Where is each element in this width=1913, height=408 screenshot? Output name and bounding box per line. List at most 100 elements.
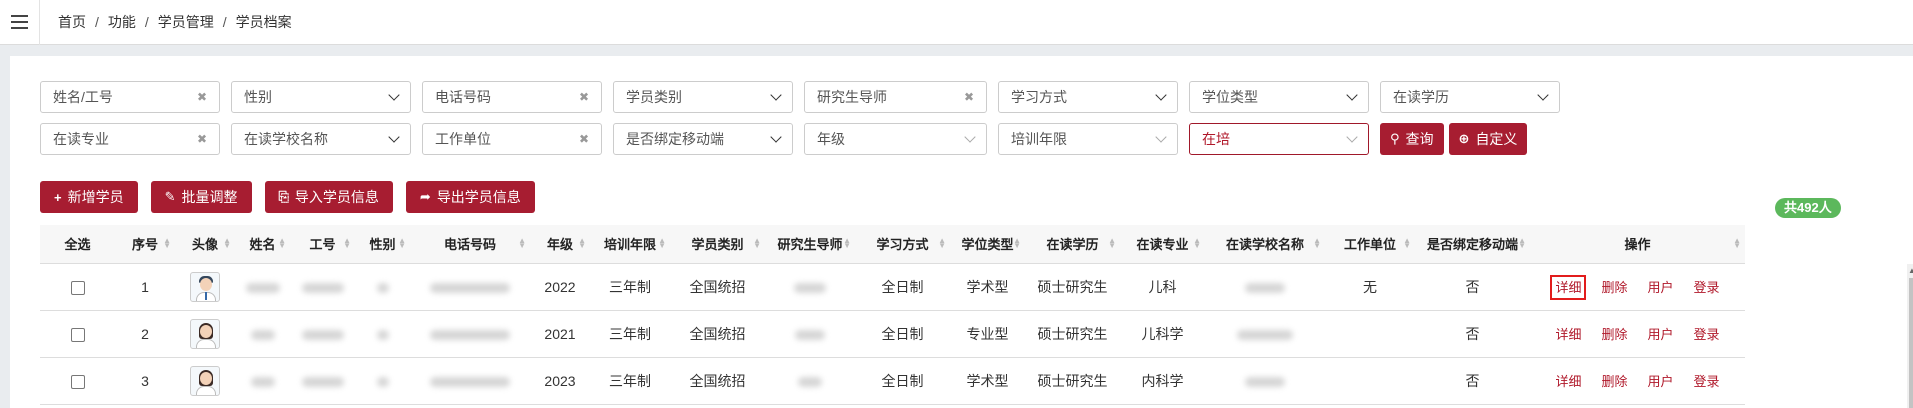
row-work-unit <box>1325 310 1415 358</box>
total-count-badge: 共492人 <box>1775 198 1841 218</box>
scroll-up-icon[interactable]: ▲ <box>1908 266 1913 275</box>
clear-icon[interactable]: ✖ <box>197 90 207 104</box>
header-gender[interactable]: 性别 ▲ ▼ <box>355 225 410 264</box>
batch-adjust-button[interactable]: ✎ 批量调整 <box>150 181 252 213</box>
header-degree-type[interactable]: 学位类型 ▲ ▼ <box>950 225 1025 264</box>
major-input[interactable]: 在读专业 ✖ <box>40 123 220 155</box>
avatar-female <box>190 365 220 396</box>
clear-icon[interactable]: ✖ <box>197 132 207 146</box>
header-supervisor[interactable]: 研究生导师 ▲ ▼ <box>765 225 855 264</box>
zoom-icon: ⊕ <box>1458 131 1470 146</box>
school-select[interactable]: 在读学校名称 <box>231 123 411 155</box>
row-grade: 2022 <box>530 263 590 311</box>
header-staff-id[interactable]: 工号 ▲ ▼ <box>290 225 355 264</box>
login-link[interactable]: 登录 <box>1694 280 1720 295</box>
degree-type-select[interactable]: 学位类型 <box>1189 81 1369 113</box>
name-or-id-input[interactable]: 姓名/工号 ✖ <box>40 81 220 113</box>
header-mobile-bound[interactable]: 是否绑定移动端 ▲ ▼ <box>1415 225 1530 264</box>
header-grade[interactable]: 年级 ▲ ▼ <box>530 225 590 264</box>
export-button[interactable]: ➦ 导出学员信息 <box>405 181 535 213</box>
row-seq: 1 <box>115 263 175 311</box>
row-seq: 2 <box>115 310 175 358</box>
table-row: 3 2023 三年制 全国统招 全日制 学术型 硕士研究生 内科学 否 详细 删除… <box>40 357 1745 405</box>
header-name[interactable]: 姓名 ▲ ▼ <box>235 225 290 264</box>
user-link[interactable]: 用户 <box>1648 327 1674 342</box>
detail-link[interactable]: 详细 <box>1555 327 1581 342</box>
breadcrumb-function[interactable]: 功能 <box>108 12 136 32</box>
header-study-mode[interactable]: 学习方式 ▲ ▼ <box>855 225 950 264</box>
supervisor-input[interactable]: 研究生导师 ✖ <box>804 81 987 113</box>
education-select[interactable]: 在读学历 <box>1380 81 1560 113</box>
row-training-years: 三年制 <box>590 357 670 405</box>
add-student-button[interactable]: + 新增学员 <box>40 181 138 213</box>
login-link[interactable]: 登录 <box>1694 327 1720 342</box>
detail-link[interactable]: 详细 <box>1550 275 1587 300</box>
sort-icon: ▲ ▼ <box>343 236 351 250</box>
custom-button[interactable]: ⊕ 自定义 <box>1448 123 1528 155</box>
row-seq: 3 <box>115 357 175 405</box>
mobile-bind-select[interactable]: 是否绑定移动端 <box>613 123 793 155</box>
blurred-supervisor <box>798 376 822 387</box>
delete-link[interactable]: 删除 <box>1601 280 1627 295</box>
blurred-name <box>250 376 275 387</box>
blurred-school <box>1245 282 1285 293</box>
row-training-years: 三年制 <box>590 310 670 358</box>
blurred-staff-id <box>301 282 344 293</box>
sort-icon: ▲ ▼ <box>1193 236 1201 250</box>
sort-icon: ▲ ▼ <box>223 236 231 250</box>
phone-input[interactable]: 电话号码 ✖ <box>422 81 602 113</box>
header-phone[interactable]: 电话号码 ▲ ▼ <box>410 225 530 264</box>
import-button[interactable]: ⎘ 导入学员信息 <box>264 181 393 213</box>
blurred-phone <box>430 376 510 387</box>
breadcrumb-student-mgmt[interactable]: 学员管理 <box>158 12 214 32</box>
row-work-unit: 无 <box>1325 263 1415 311</box>
delete-link[interactable]: 删除 <box>1601 327 1627 342</box>
row-operations: 详细 删除 用户 登录 <box>1530 310 1745 358</box>
row-checkbox[interactable] <box>70 280 85 295</box>
avatar-male <box>190 271 220 302</box>
header-training-years[interactable]: 培训年限 ▲ ▼ <box>590 225 670 264</box>
row-checkbox[interactable] <box>70 374 85 389</box>
clear-icon[interactable]: ✖ <box>964 90 974 104</box>
row-training-years: 三年制 <box>590 263 670 311</box>
header-seq[interactable]: 序号 ▲ ▼ <box>115 225 175 264</box>
hamburger-icon[interactable] <box>0 0 40 45</box>
header-work-unit[interactable]: 工作单位 ▲ ▼ <box>1325 225 1415 264</box>
query-button[interactable]: ⚲ 查询 <box>1380 123 1444 155</box>
header-education[interactable]: 在读学历 ▲ ▼ <box>1025 225 1120 264</box>
breadcrumb-home[interactable]: 首页 <box>58 12 86 32</box>
header-avatar[interactable]: 头像 ▲ ▼ <box>175 225 235 264</box>
header-major[interactable]: 在读专业 ▲ ▼ <box>1120 225 1205 264</box>
detail-link[interactable]: 详细 <box>1555 374 1581 389</box>
row-major: 内科学 <box>1120 357 1205 405</box>
row-student-type: 全国统招 <box>670 263 765 311</box>
blurred-gender <box>376 282 389 293</box>
user-link[interactable]: 用户 <box>1648 374 1674 389</box>
login-link[interactable]: 登录 <box>1694 374 1720 389</box>
sort-icon: ▲ ▼ <box>658 236 666 250</box>
header-school[interactable]: 在读学校名称 ▲ ▼ <box>1205 225 1325 264</box>
student-type-select[interactable]: 学员类别 <box>613 81 793 113</box>
sort-icon: ▲ ▼ <box>1403 236 1411 250</box>
sort-icon: ▲ ▼ <box>398 236 406 250</box>
blurred-school <box>1237 329 1293 340</box>
row-degree-type: 学术型 <box>950 263 1025 311</box>
status-select[interactable]: 在培 <box>1189 123 1369 155</box>
study-mode-select[interactable]: 学习方式 <box>998 81 1178 113</box>
header-select-all[interactable]: 全选 <box>40 225 115 264</box>
grade-select[interactable]: 年级 <box>804 123 987 155</box>
delete-link[interactable]: 删除 <box>1601 374 1627 389</box>
scrollbar-thumb[interactable] <box>1909 278 1913 408</box>
share-icon: ➦ <box>419 189 431 204</box>
work-unit-input[interactable]: 工作单位 ✖ <box>422 123 602 155</box>
training-years-select[interactable]: 培训年限 <box>998 123 1178 155</box>
row-checkbox[interactable] <box>70 327 85 342</box>
gender-select[interactable]: 性别 <box>231 81 411 113</box>
row-work-unit <box>1325 357 1415 405</box>
clear-icon[interactable]: ✖ <box>579 90 589 104</box>
user-link[interactable]: 用户 <box>1648 280 1674 295</box>
clear-icon[interactable]: ✖ <box>579 132 589 146</box>
breadcrumb-student-archive: 学员档案 <box>235 14 292 30</box>
blurred-name <box>250 329 275 340</box>
header-student-type[interactable]: 学员类别 ▲ ▼ <box>670 225 765 264</box>
